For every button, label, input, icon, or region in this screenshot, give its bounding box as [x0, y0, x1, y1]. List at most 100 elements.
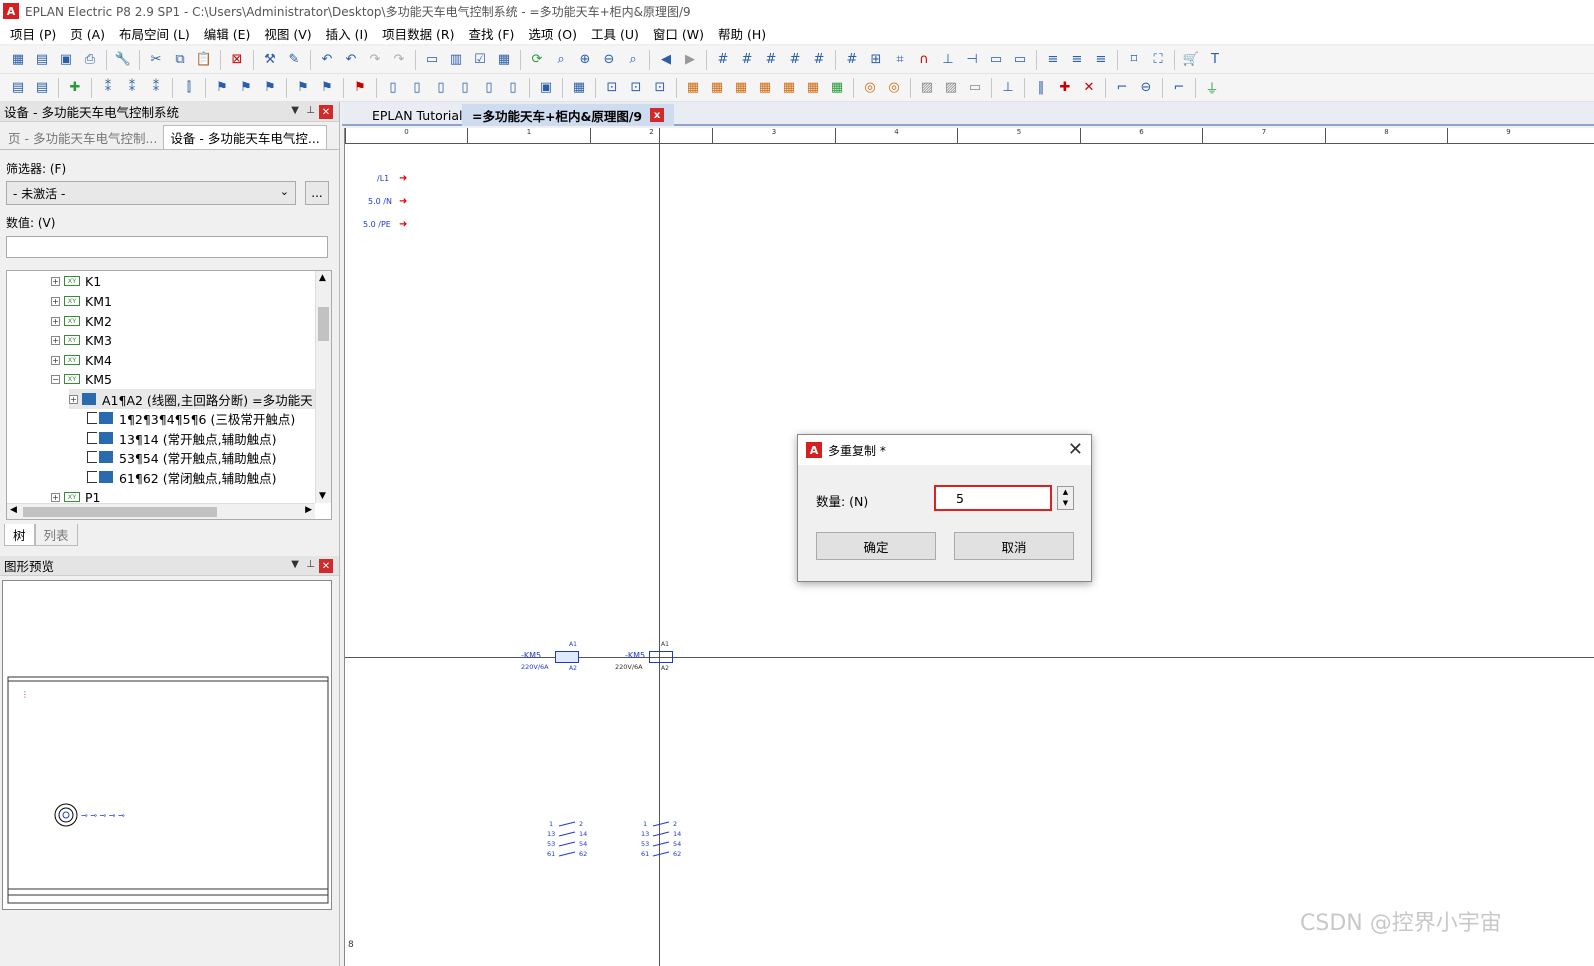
- plc-e-icon[interactable]: ▦: [779, 78, 799, 98]
- box-b-icon[interactable]: ⊡: [626, 78, 646, 98]
- text-icon[interactable]: T: [1205, 50, 1225, 70]
- zoom-window-icon[interactable]: ⌕: [551, 50, 571, 70]
- forward-arrow-icon[interactable]: ▶: [680, 50, 700, 70]
- tree-item[interactable]: + XY KM4: [51, 350, 112, 370]
- tree-item[interactable]: + XY K1: [51, 271, 101, 291]
- object-snap-icon[interactable]: ⊣: [962, 50, 982, 70]
- page-list-icon[interactable]: ▤: [32, 78, 52, 98]
- menu-project[interactable]: 项目 (P): [10, 24, 56, 43]
- frame-icon[interactable]: ⌑: [1124, 50, 1144, 70]
- flag-x-icon[interactable]: ⚑: [350, 78, 370, 98]
- intersection-icon[interactable]: ⊥: [938, 50, 958, 70]
- menu-project-data[interactable]: 项目数据 (R): [382, 24, 454, 43]
- menu-help[interactable]: 帮助 (H): [718, 24, 766, 43]
- lines-a-icon[interactable]: ≡: [1043, 50, 1063, 70]
- box-c-icon[interactable]: ⊡: [650, 78, 670, 98]
- wrench-icon[interactable]: 🔧: [113, 50, 133, 70]
- grid-e-icon[interactable]: #: [809, 50, 829, 70]
- panel-close-icon[interactable]: ✕: [319, 559, 333, 573]
- tree-item[interactable]: 53¶54 (常开触点,辅助触点): [87, 447, 276, 467]
- tab-device-navigator[interactable]: 设备 - 多功能天车电气控...: [163, 125, 327, 149]
- grid-d-icon[interactable]: #: [785, 50, 805, 70]
- tree-item[interactable]: + XY KM1: [51, 291, 112, 311]
- cut-icon[interactable]: ✂: [146, 50, 166, 70]
- cable-a-icon[interactable]: ◎: [860, 78, 880, 98]
- page-nav-icon[interactable]: ▤: [8, 78, 28, 98]
- tab-tree[interactable]: 树: [4, 524, 35, 546]
- panel-pin-icon[interactable]: ⊥: [306, 105, 315, 116]
- scroll-left-icon[interactable]: ◀: [10, 505, 17, 515]
- snap-grid-icon[interactable]: ⊞: [866, 50, 886, 70]
- format-paint-icon[interactable]: ⚒: [260, 50, 280, 70]
- new-project-icon[interactable]: ▦: [8, 50, 28, 70]
- doc-e-icon[interactable]: ▯: [479, 78, 499, 98]
- open-project-icon[interactable]: ▤: [32, 50, 52, 70]
- grid-on-icon[interactable]: #: [842, 50, 862, 70]
- menu-insert[interactable]: 插入 (I): [326, 24, 368, 43]
- check-icon[interactable]: ☑: [470, 50, 490, 70]
- filter-select[interactable]: - 未激活 - ⌄: [6, 181, 296, 205]
- redo-list-icon[interactable]: ↷: [389, 50, 409, 70]
- angle-c-icon[interactable]: ⌐: [1169, 78, 1189, 98]
- number-b-icon[interactable]: ⁑: [122, 78, 142, 98]
- menu-options[interactable]: 选项 (O): [528, 24, 577, 43]
- wire-c-icon[interactable]: ✕: [1079, 78, 1099, 98]
- flag-c-icon[interactable]: ⚑: [260, 78, 280, 98]
- angle-a-icon[interactable]: ⌐: [1112, 78, 1132, 98]
- ground-icon[interactable]: ⏚: [1202, 78, 1222, 98]
- scroll-down-icon[interactable]: ▼: [319, 491, 326, 501]
- scroll-up-icon[interactable]: ▲: [319, 273, 326, 283]
- copy-icon[interactable]: ⧉: [170, 50, 190, 70]
- input-box-icon[interactable]: ▭: [1010, 50, 1030, 70]
- lines-b-icon[interactable]: ≡: [1067, 50, 1087, 70]
- doc-c-icon[interactable]: ▯: [431, 78, 451, 98]
- magnet-icon[interactable]: ∩: [914, 50, 934, 70]
- plc-d-icon[interactable]: ▦: [755, 78, 775, 98]
- panel-pin-icon[interactable]: ⊥: [306, 559, 315, 570]
- connection-icon[interactable]: ⫿: [179, 78, 199, 98]
- contact-mirror-2[interactable]: 1 2 13 14 53 54 61 62: [639, 820, 687, 864]
- tree-item[interactable]: − XY KM5: [51, 369, 112, 389]
- quantity-spinner[interactable]: ▲ ▼: [1057, 486, 1074, 510]
- panel-close-icon[interactable]: ✕: [319, 105, 333, 119]
- zoom-in-icon[interactable]: ⊕: [575, 50, 595, 70]
- doc-a-icon[interactable]: ▯: [383, 78, 403, 98]
- plc-c-icon[interactable]: ▦: [731, 78, 751, 98]
- wire-a-icon[interactable]: ‖: [1031, 78, 1051, 98]
- zoom-out-icon[interactable]: ⊖: [599, 50, 619, 70]
- delete-icon[interactable]: ⊠: [227, 50, 247, 70]
- hatch-a-icon[interactable]: ▨: [917, 78, 937, 98]
- menu-layout-space[interactable]: 布局空间 (L): [119, 24, 190, 43]
- print-icon[interactable]: ⎙: [80, 50, 100, 70]
- box-a-icon[interactable]: ⊡: [602, 78, 622, 98]
- flag-b-icon[interactable]: ⚑: [236, 78, 256, 98]
- hatch-c-icon[interactable]: ▭: [965, 78, 985, 98]
- angle-b-icon[interactable]: ⊖: [1136, 78, 1156, 98]
- filter-more-button[interactable]: ...: [305, 181, 329, 205]
- menu-find[interactable]: 查找 (F): [469, 24, 515, 43]
- tab-page-navigator[interactable]: 页 - 多功能天车电气控制...: [2, 125, 163, 149]
- tree-item[interactable]: + XY KM2: [51, 311, 112, 331]
- number-a-icon[interactable]: ⁑: [98, 78, 118, 98]
- plc-g-icon[interactable]: ▦: [827, 78, 847, 98]
- tree-item-selected[interactable]: + A1¶A2 (线圈,主回路分断) =多功能天: [69, 389, 315, 409]
- fit-icon[interactable]: ⛶: [1148, 50, 1168, 70]
- menu-view[interactable]: 视图 (V): [264, 24, 311, 43]
- panel-dropdown-icon[interactable]: ▼: [291, 105, 299, 116]
- plc-a-icon[interactable]: ▦: [683, 78, 703, 98]
- tree-item[interactable]: 61¶62 (常闭触点,辅助触点): [87, 467, 276, 487]
- doc-d-icon[interactable]: ▯: [455, 78, 475, 98]
- terminal-icon[interactable]: ▦: [569, 78, 589, 98]
- zoom-100-icon[interactable]: ⌕: [623, 50, 643, 70]
- scroll-thumb[interactable]: [318, 307, 329, 341]
- menu-tools[interactable]: 工具 (U): [591, 24, 639, 43]
- contact-mirror-1[interactable]: 1 2 13 14 53 54 61 62: [545, 820, 593, 864]
- cancel-button[interactable]: 取消: [954, 532, 1074, 560]
- panel-dropdown-icon[interactable]: ▼: [291, 559, 299, 570]
- zoom-level-icon[interactable]: ▭: [986, 50, 1006, 70]
- cable-b-icon[interactable]: ◎: [884, 78, 904, 98]
- save-icon[interactable]: ▣: [56, 50, 76, 70]
- hatch-b-icon[interactable]: ▨: [941, 78, 961, 98]
- dialog-close-icon[interactable]: ✕: [1068, 439, 1083, 460]
- macro-icon[interactable]: ▣: [536, 78, 556, 98]
